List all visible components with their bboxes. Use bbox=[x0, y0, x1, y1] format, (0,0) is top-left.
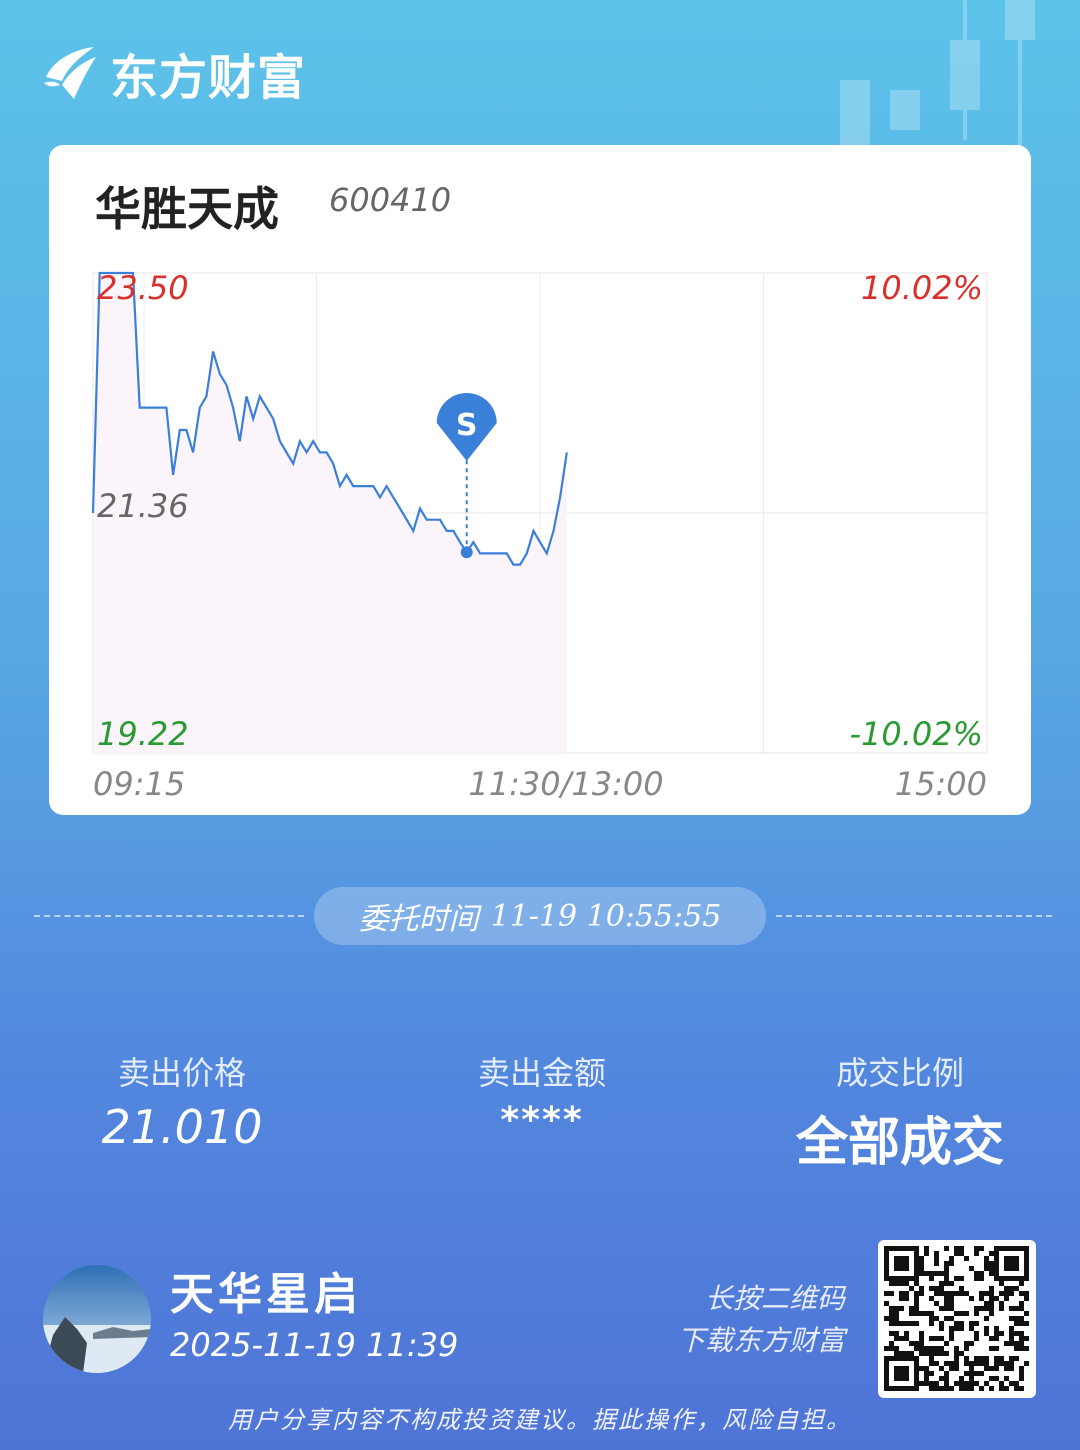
brand-name: 东方财富 bbox=[110, 50, 307, 106]
order-time-label: 委托时间 bbox=[358, 902, 479, 937]
y-label-mid: 21.36 bbox=[97, 487, 189, 525]
disclaimer: 用户分享内容不构成投资建议。据此操作，风险自担。 bbox=[228, 1406, 852, 1434]
avatar bbox=[43, 1265, 151, 1373]
qr-code-icon bbox=[884, 1246, 1029, 1391]
x-tick-mid: 11:30/13:00 bbox=[468, 765, 663, 803]
stat-value: **** bbox=[500, 1100, 584, 1141]
qr-hint-line2: 下载东方财富 bbox=[676, 1324, 845, 1357]
x-tick-open: 09:15 bbox=[93, 765, 185, 803]
qr-hint: 长按二维码 下载东方财富 bbox=[615, 1278, 845, 1362]
brand-logo-icon bbox=[44, 47, 96, 99]
user-name: 天华星启 bbox=[170, 1269, 362, 1320]
marker-dot bbox=[460, 546, 473, 559]
qr-code[interactable] bbox=[878, 1240, 1036, 1398]
order-time-pill: 委托时间 11-19 10:55:55 bbox=[314, 887, 766, 945]
order-time-value: 11-19 10:55:55 bbox=[490, 898, 722, 934]
marker-label: S bbox=[456, 408, 478, 443]
stat-label: 卖出价格 bbox=[117, 1054, 246, 1092]
divider-right bbox=[776, 915, 1052, 917]
stat-sell-price: 卖出价格 21.010 bbox=[32, 1048, 332, 1154]
intraday-chart: S 23.50 21.36 19.22 10.02% -10.02% 09:15 11:30… bbox=[91, 269, 988, 803]
x-tick-close: 15:00 bbox=[895, 765, 987, 803]
y-label-top: 23.50 bbox=[97, 269, 189, 307]
y-label-bottom: 19.22 bbox=[97, 715, 189, 753]
stat-fill-ratio: 成交比例 全部成交 bbox=[750, 1048, 1050, 1175]
y-pct-bottom: -10.02% bbox=[849, 715, 983, 753]
stat-value: 21.010 bbox=[101, 1100, 263, 1154]
share-time: 2025-11-19 11:39 bbox=[170, 1326, 459, 1364]
background-candles bbox=[840, 0, 1035, 150]
stock-card: 华胜天成 600410 S 23.50 21.36 19.22 10.02% -10.0… bbox=[49, 145, 1031, 815]
stat-label: 成交比例 bbox=[835, 1054, 964, 1092]
stat-sell-amount: 卖出金额 **** bbox=[392, 1048, 692, 1141]
stat-value: 全部成交 bbox=[795, 1112, 1004, 1173]
divider-left bbox=[34, 915, 304, 917]
brand-logo: 东方财富 bbox=[40, 38, 306, 108]
y-pct-top: 10.02% bbox=[861, 269, 983, 307]
stat-label: 卖出金额 bbox=[477, 1054, 606, 1092]
qr-hint-line1: 长按二维码 bbox=[704, 1282, 845, 1315]
